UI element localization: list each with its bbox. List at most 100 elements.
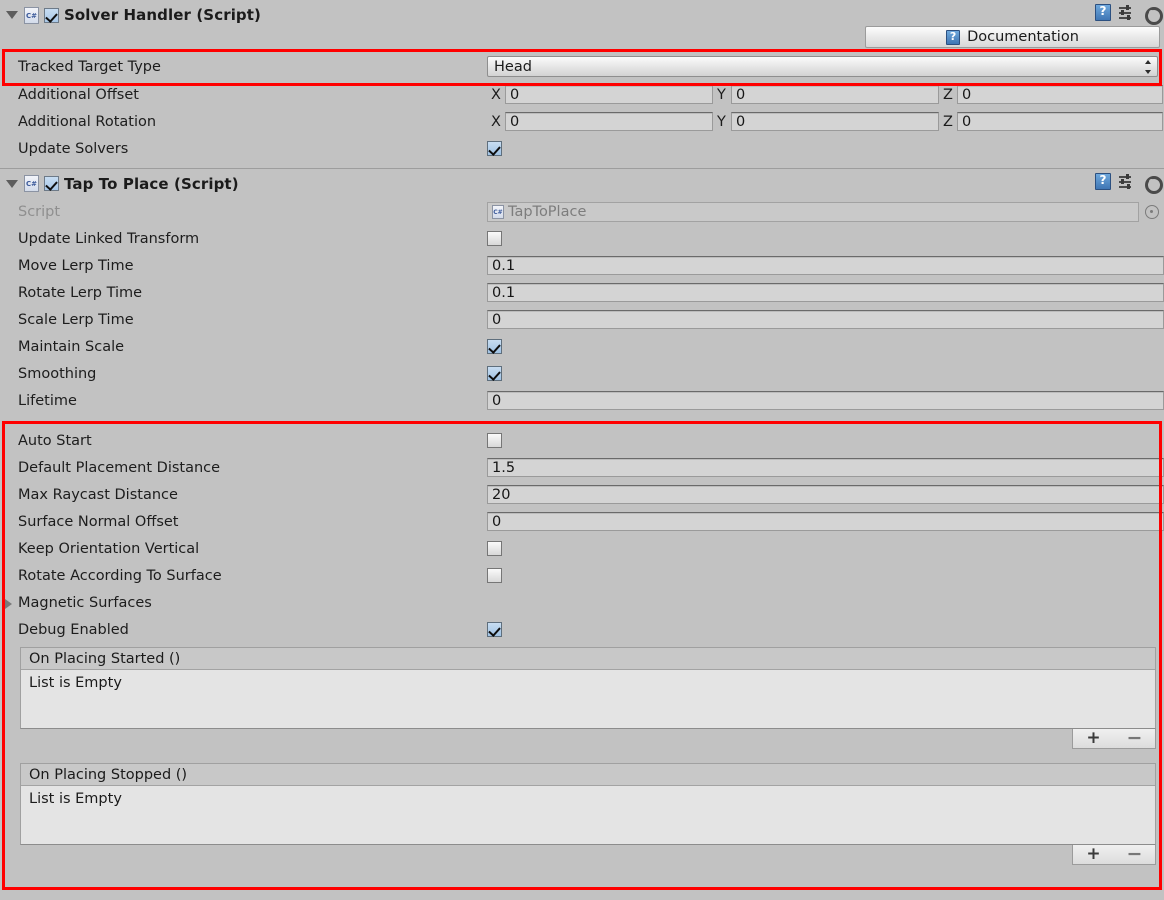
- field-label: Surface Normal Offset: [18, 513, 179, 530]
- row-additional-offset: Additional Offset X 0 Y 0 Z 0: [0, 81, 1164, 108]
- field-label: Smoothing: [18, 365, 97, 382]
- preset-icon[interactable]: [1119, 173, 1135, 190]
- vector3-additional-offset: X 0 Y 0 Z 0: [487, 85, 1164, 104]
- foldout-arrow-icon[interactable]: [5, 599, 12, 609]
- component-header-icons: [1095, 4, 1163, 25]
- additional-rotation-x-input[interactable]: 0: [505, 112, 713, 131]
- event-on-placing-stopped: On Placing Stopped () List is Empty + −: [0, 763, 1164, 869]
- row-rotate-lerp-time: Rotate Lerp Time 0.1: [0, 279, 1164, 306]
- auto-start-checkbox[interactable]: [487, 433, 502, 448]
- additional-rotation-z-input[interactable]: 0: [957, 112, 1163, 131]
- row-default-placement-distance: Default Placement Distance 1.5: [0, 454, 1164, 481]
- foldout-arrow-icon[interactable]: [6, 179, 18, 188]
- row-update-linked-transform: Update Linked Transform: [0, 225, 1164, 252]
- field-label: Additional Offset: [18, 86, 139, 103]
- additional-offset-x-input[interactable]: 0: [505, 85, 713, 104]
- dropdown-value: Head: [494, 58, 532, 75]
- script-object-value: TapToPlace: [508, 203, 587, 220]
- object-picker-icon[interactable]: [1145, 204, 1159, 219]
- field-label: Rotate Lerp Time: [18, 284, 143, 301]
- field-label: Lifetime: [18, 392, 77, 409]
- add-listener-button[interactable]: +: [1073, 845, 1114, 864]
- row-scale-lerp-time: Scale Lerp Time 0: [0, 306, 1164, 333]
- default-placement-distance-input[interactable]: 1.5: [487, 458, 1164, 477]
- script-object-field[interactable]: C# TapToPlace: [487, 201, 1139, 222]
- field-label: Maintain Scale: [18, 338, 125, 355]
- row-rotate-according-to-surface: Rotate According To Surface: [0, 562, 1164, 589]
- field-label: Max Raycast Distance: [18, 486, 178, 503]
- row-auto-start: Auto Start: [0, 427, 1164, 454]
- axis-label-z: Z: [943, 86, 953, 103]
- vector3-additional-rotation: X 0 Y 0 Z 0: [487, 112, 1164, 131]
- remove-listener-button[interactable]: −: [1114, 845, 1155, 864]
- component-header-tap-to-place[interactable]: C# Tap To Place (Script): [0, 169, 1164, 198]
- debug-enabled-checkbox[interactable]: [487, 622, 502, 637]
- move-lerp-time-input[interactable]: 0.1: [487, 256, 1164, 275]
- max-raycast-distance-input[interactable]: 20: [487, 485, 1164, 504]
- field-label: Rotate According To Surface: [18, 567, 222, 584]
- additional-rotation-y-input[interactable]: 0: [731, 112, 939, 131]
- row-magnetic-surfaces[interactable]: Magnetic Surfaces: [0, 589, 1164, 616]
- additional-offset-y-input[interactable]: 0: [731, 85, 939, 104]
- tracked-target-type-dropdown[interactable]: Head: [487, 56, 1158, 77]
- field-label: Default Placement Distance: [18, 459, 221, 476]
- axis-label-z: Z: [943, 113, 953, 130]
- field-label: Magnetic Surfaces: [18, 594, 152, 611]
- row-surface-normal-offset: Surface Normal Offset 0: [0, 508, 1164, 535]
- gear-icon[interactable]: [1143, 174, 1163, 194]
- additional-offset-z-input[interactable]: 0: [957, 85, 1163, 104]
- lifetime-input[interactable]: 0: [487, 391, 1164, 410]
- help-book-icon[interactable]: [1095, 173, 1111, 190]
- component-header-icons: [1095, 173, 1163, 194]
- help-book-icon[interactable]: [1095, 4, 1111, 21]
- smoothing-checkbox[interactable]: [487, 366, 502, 381]
- field-label: Keep Orientation Vertical: [18, 540, 200, 557]
- component-enable-checkbox[interactable]: [44, 7, 59, 23]
- foldout-arrow-icon[interactable]: [6, 11, 18, 19]
- csharp-script-icon: C#: [24, 175, 39, 192]
- row-max-raycast-distance: Max Raycast Distance 20: [0, 481, 1164, 508]
- field-label: Additional Rotation: [18, 113, 157, 130]
- event-list-empty: List is Empty: [21, 786, 1155, 844]
- chevron-updown-icon: [1144, 60, 1151, 74]
- field-label: Update Solvers: [18, 140, 129, 157]
- event-add-remove-buttons: + −: [1072, 845, 1156, 865]
- field-label: Debug Enabled: [18, 621, 129, 638]
- field-label: Scale Lerp Time: [18, 311, 134, 328]
- event-header: On Placing Stopped (): [21, 764, 1155, 786]
- rotate-according-to-surface-checkbox[interactable]: [487, 568, 502, 583]
- row-tracked-target-type: Tracked Target Type Head: [0, 52, 1164, 81]
- component-enable-checkbox[interactable]: [44, 176, 59, 191]
- surface-normal-offset-input[interactable]: 0: [487, 512, 1164, 531]
- rotate-lerp-time-input[interactable]: 0.1: [487, 283, 1164, 302]
- add-listener-button[interactable]: +: [1073, 729, 1114, 748]
- row-update-solvers: Update Solvers: [0, 135, 1164, 162]
- event-on-placing-started: On Placing Started () List is Empty + −: [0, 647, 1164, 753]
- field-label: Auto Start: [18, 432, 92, 449]
- documentation-button[interactable]: Documentation: [865, 26, 1160, 48]
- axis-label-y: Y: [717, 86, 726, 103]
- row-lifetime: Lifetime 0: [0, 387, 1164, 414]
- event-add-remove-buttons: + −: [1072, 729, 1156, 749]
- gear-icon[interactable]: [1143, 5, 1163, 25]
- field-label: Update Linked Transform: [18, 230, 200, 247]
- help-book-icon: [946, 29, 961, 45]
- component-title: Tap To Place (Script): [64, 174, 239, 193]
- axis-label-x: X: [491, 86, 501, 103]
- axis-label-x: X: [491, 113, 501, 130]
- update-solvers-checkbox[interactable]: [487, 141, 502, 156]
- csharp-script-icon: C#: [24, 6, 39, 24]
- preset-icon[interactable]: [1119, 4, 1135, 21]
- event-footer: + −: [20, 845, 1156, 869]
- maintain-scale-checkbox[interactable]: [487, 339, 502, 354]
- axis-label-y: Y: [717, 113, 726, 130]
- event-footer: + −: [20, 729, 1156, 753]
- update-linked-transform-checkbox[interactable]: [487, 231, 502, 246]
- keep-orientation-vertical-checkbox[interactable]: [487, 541, 502, 556]
- csharp-script-icon: C#: [492, 204, 504, 219]
- row-move-lerp-time: Move Lerp Time 0.1: [0, 252, 1164, 279]
- remove-listener-button[interactable]: −: [1114, 729, 1155, 748]
- scale-lerp-time-input[interactable]: 0: [487, 310, 1164, 329]
- documentation-label: Documentation: [967, 29, 1079, 45]
